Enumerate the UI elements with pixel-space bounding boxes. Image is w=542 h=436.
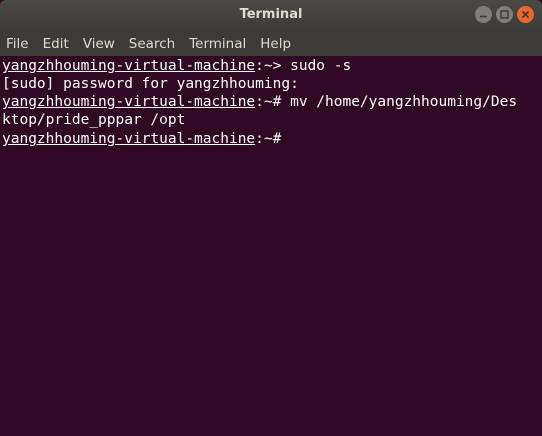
terminal-line: ktop/pride_pppar /opt <box>2 111 540 129</box>
terminal-line: yangzhhouming-virtual-machine:~# <box>2 129 540 147</box>
minimize-button[interactable] <box>475 6 492 23</box>
menu-view[interactable]: View <box>76 32 122 56</box>
prompt-text: :~# <box>255 131 282 147</box>
menu-help[interactable]: Help <box>253 32 298 56</box>
menu-bar: File Edit View Search Terminal Help <box>0 32 542 56</box>
close-button[interactable] <box>517 6 534 23</box>
menu-edit[interactable]: Edit <box>36 32 76 56</box>
terminal-line: yangzhhouming-virtual-machine:~> sudo -s <box>2 57 540 75</box>
text-cursor <box>281 129 289 145</box>
window-controls <box>475 6 534 23</box>
menu-search[interactable]: Search <box>122 32 182 56</box>
prompt-host: yangzhhouming-virtual-machine <box>2 94 256 110</box>
command-text: :~# mv /home/yangzhhouming/Des <box>255 94 518 110</box>
terminal-line: yangzhhouming-virtual-machine:~# mv /hom… <box>2 93 540 111</box>
window-title: Terminal <box>239 7 303 22</box>
title-bar[interactable]: Terminal <box>0 0 542 32</box>
command-text: ktop/pride_pppar /opt <box>2 112 186 128</box>
terminal-window: Terminal File Edit View Search Terminal … <box>0 0 542 436</box>
command-text: :~> sudo -s <box>255 58 352 74</box>
maximize-button[interactable] <box>496 6 513 23</box>
terminal-line: [sudo] password for yangzhhouming: <box>2 75 540 93</box>
output-text: [sudo] password for yangzhhouming: <box>2 76 299 92</box>
menu-file[interactable]: File <box>0 32 36 56</box>
prompt-host: yangzhhouming-virtual-machine <box>2 58 256 74</box>
prompt-host: yangzhhouming-virtual-machine <box>2 131 256 147</box>
close-icon <box>521 10 530 19</box>
terminal-output[interactable]: yangzhhouming-virtual-machine:~> sudo -s… <box>0 56 542 436</box>
maximize-icon <box>500 10 509 19</box>
menu-terminal[interactable]: Terminal <box>182 32 253 56</box>
minimize-icon <box>480 15 487 18</box>
